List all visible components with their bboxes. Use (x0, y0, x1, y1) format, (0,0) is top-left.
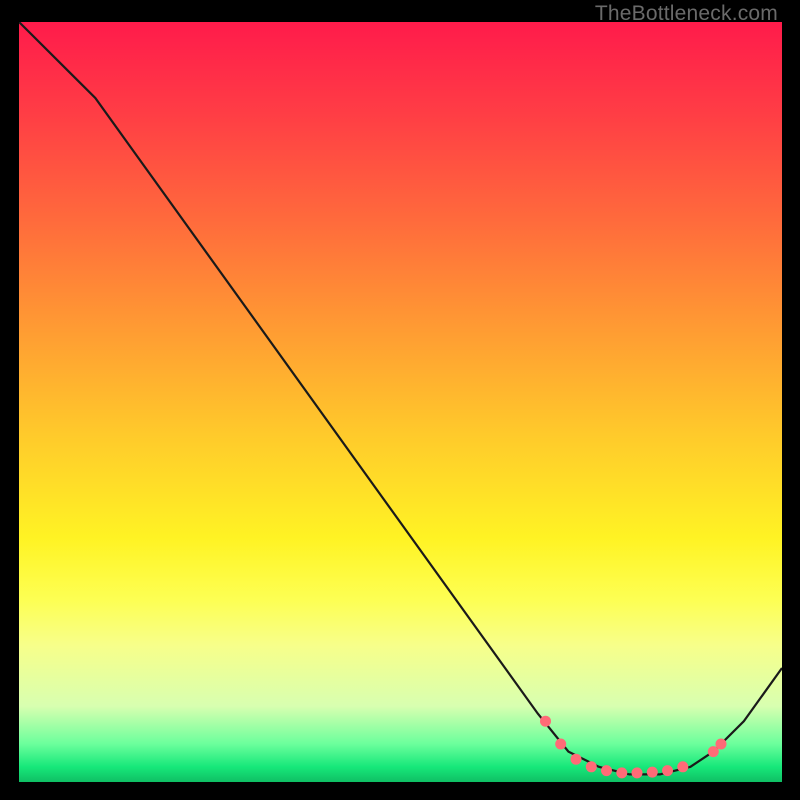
curve-marker (677, 761, 688, 772)
bottleneck-curve (19, 22, 782, 782)
curve-marker (662, 765, 673, 776)
chart-frame (19, 22, 782, 782)
curve-marker (571, 754, 582, 765)
attribution-text: TheBottleneck.com (595, 2, 778, 26)
curve-marker (647, 767, 658, 778)
curve-marker (716, 739, 727, 750)
curve-marker (616, 767, 627, 778)
curve-marker (632, 767, 643, 778)
curve-path (19, 22, 782, 774)
curve-marker (601, 765, 612, 776)
marker-group (540, 716, 727, 779)
curve-marker (555, 739, 566, 750)
curve-marker (586, 761, 597, 772)
curve-marker (540, 716, 551, 727)
